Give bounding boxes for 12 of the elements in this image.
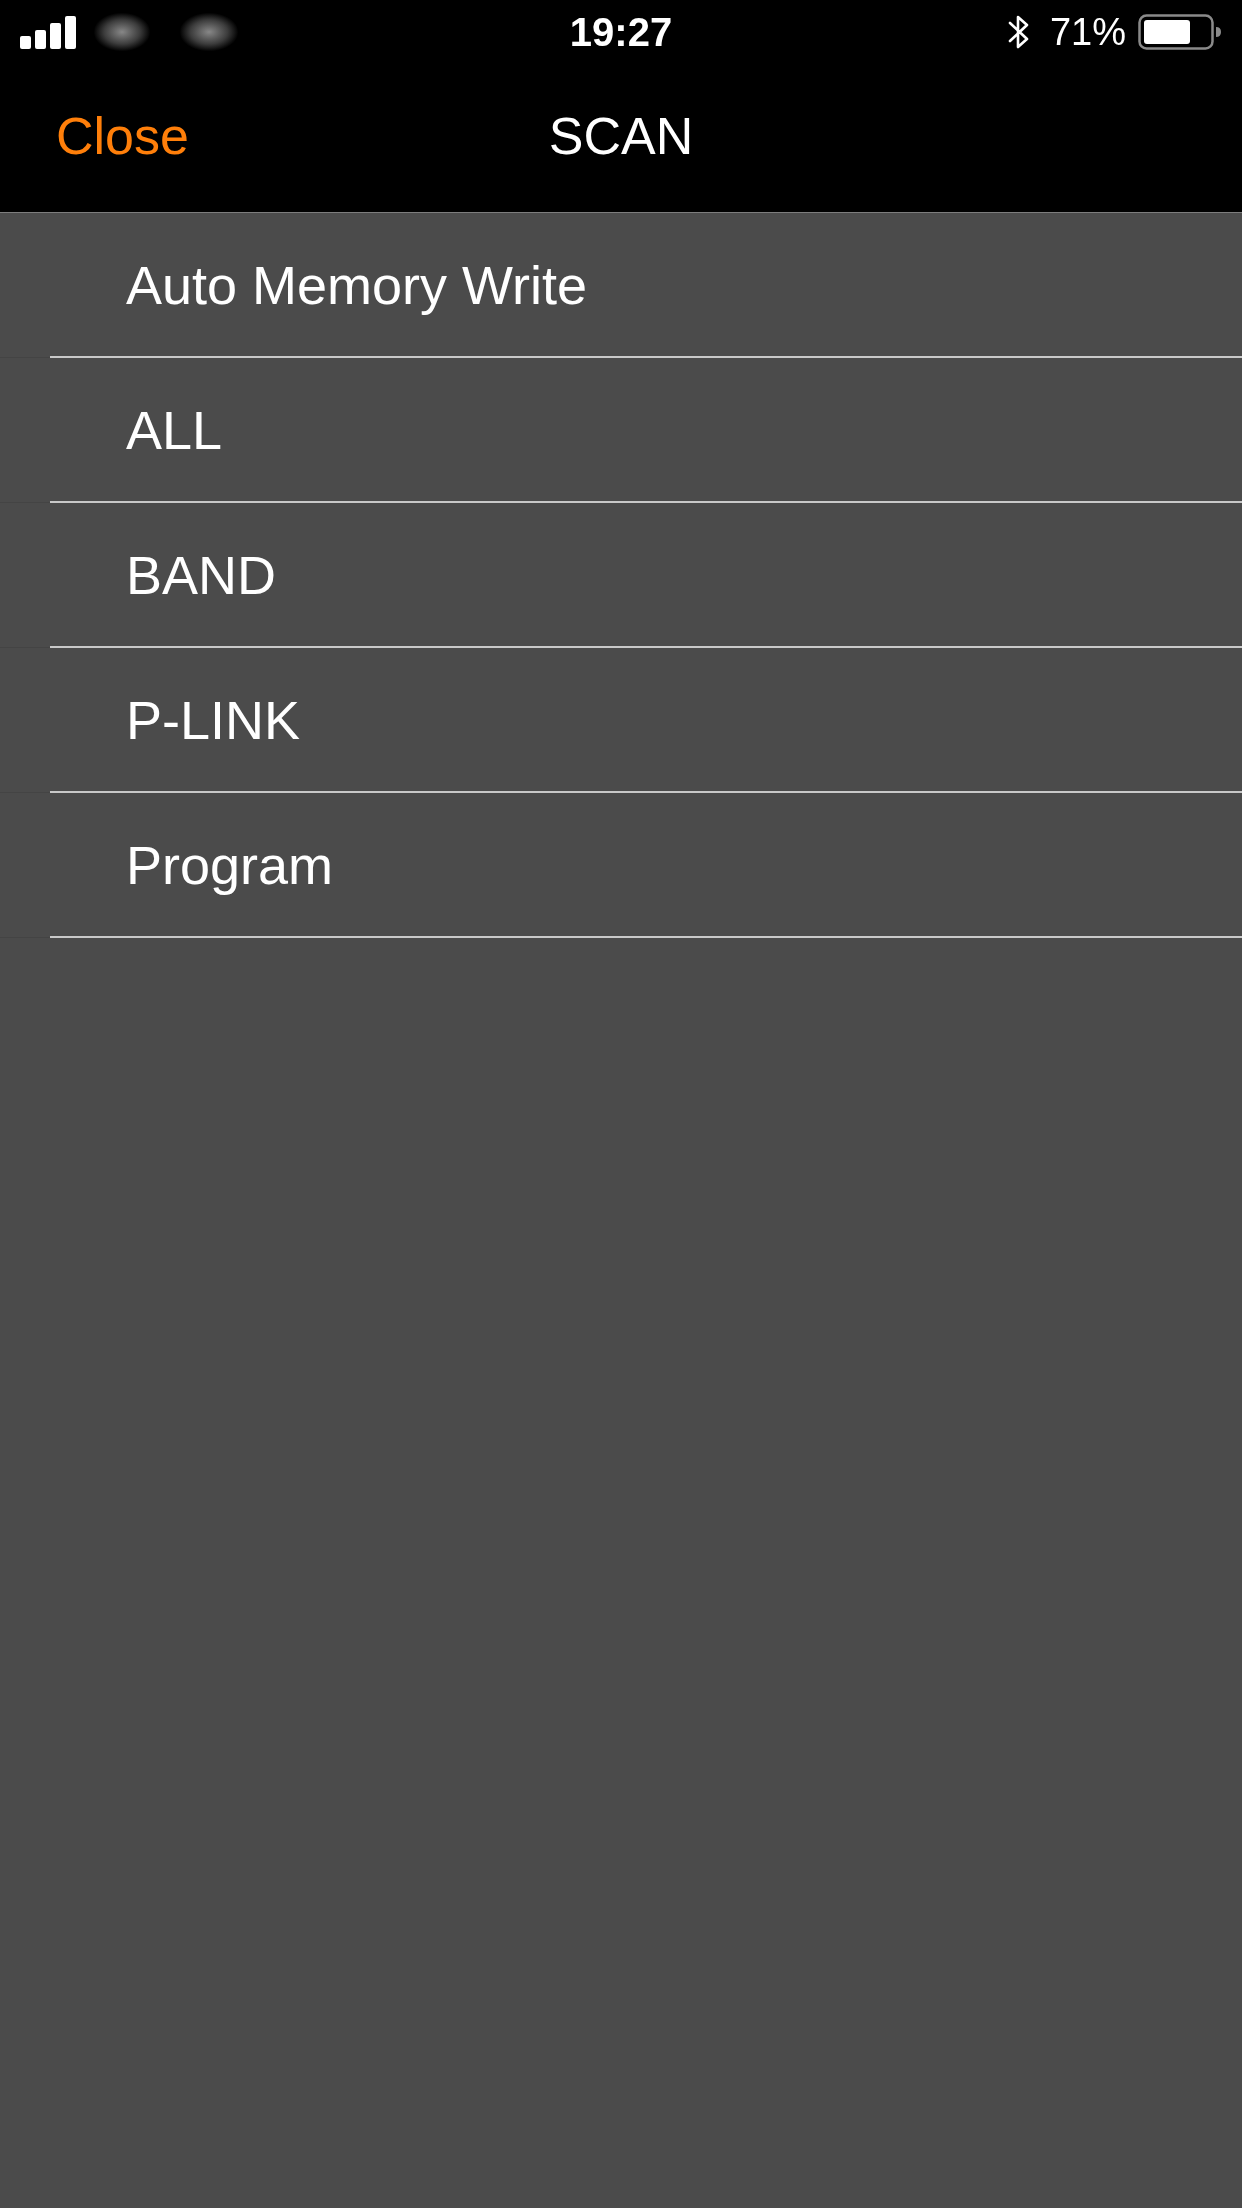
screen-title: SCAN [548, 108, 694, 166]
scan-option[interactable]: P-LINK [50, 648, 1242, 793]
signal-icon [20, 15, 76, 49]
scan-option[interactable]: BAND [50, 503, 1242, 648]
scan-option[interactable]: Auto Memory Write [50, 213, 1242, 358]
battery-icon [1138, 14, 1222, 50]
close-button[interactable]: Close [52, 104, 193, 170]
status-time: 19:27 [569, 12, 673, 52]
scan-option[interactable]: ALL [50, 358, 1242, 503]
bluetooth-icon [1007, 14, 1030, 50]
scan-option[interactable]: Program [50, 793, 1242, 938]
battery-percent: 71% [1049, 13, 1126, 51]
